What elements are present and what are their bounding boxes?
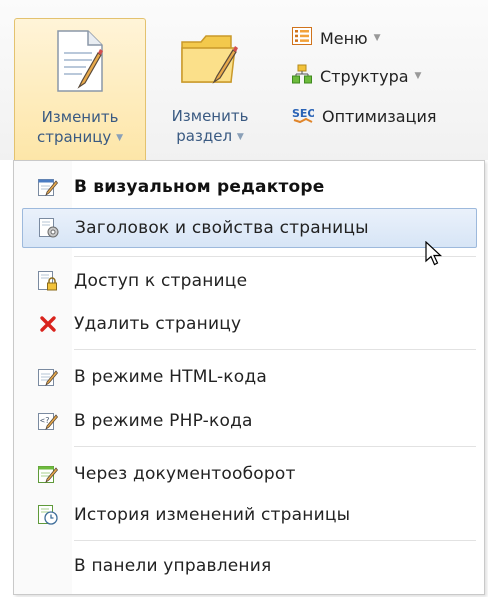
menu-item-visual-editor[interactable]: В визуальном редакторе: [22, 167, 477, 207]
menu-divider: [74, 446, 476, 447]
svg-text:SEO: SEO: [292, 107, 314, 120]
menu-item-label: История изменений страницы: [74, 505, 351, 525]
page-properties-icon: [23, 218, 75, 238]
chevron-down-icon: ▼: [236, 132, 244, 142]
menu-item-page-access[interactable]: Доступ к странице: [22, 261, 477, 301]
menu-item-php-mode[interactable]: <? В режиме PHP-кода: [22, 401, 477, 441]
visual-editor-icon: [22, 177, 74, 197]
menu-item-html-mode[interactable]: В режиме HTML-кода: [22, 357, 477, 397]
menu-item-history[interactable]: История изменений страницы: [22, 495, 477, 535]
edit-page-button[interactable]: Изменить страницу ▼: [14, 18, 146, 160]
mouse-cursor-icon: [425, 241, 443, 266]
history-icon: [22, 505, 74, 525]
menu-item-label: В панели управления: [74, 556, 272, 576]
menu-divider: [74, 256, 476, 257]
menu-item-delete-page[interactable]: Удалить страницу: [22, 304, 477, 344]
structure-label: Структура: [320, 66, 409, 86]
delete-icon: [22, 315, 74, 333]
edit-page-icon: [52, 29, 108, 97]
menu-divider: [74, 540, 476, 541]
seo-button[interactable]: SEO Оптимизация: [292, 100, 436, 132]
menu-item-page-properties[interactable]: Заголовок и свойства страницы: [22, 208, 477, 248]
edit-page-label-line2: страницу: [36, 128, 112, 146]
seo-label: Оптимизация: [322, 106, 437, 126]
seo-icon: SEO: [292, 104, 322, 128]
menu-item-workflow[interactable]: Через документооборот: [22, 454, 477, 494]
menu-button[interactable]: Меню ▼: [292, 22, 381, 54]
edit-page-label-line1: Изменить: [41, 108, 119, 126]
menu-item-label: Удалить страницу: [74, 314, 242, 334]
edit-section-icon: [179, 28, 241, 92]
chevron-down-icon: ▼: [414, 71, 422, 81]
admin-toolbar: Изменить страницу ▼ Изменить раздел ▼ Ме…: [0, 0, 488, 160]
php-edit-icon: <?: [22, 411, 74, 431]
chevron-down-icon: ▼: [116, 133, 124, 143]
menu-divider: [74, 349, 476, 350]
edit-section-label-line2: раздел: [176, 127, 233, 145]
edit-section-label-line1: Изменить: [171, 107, 249, 125]
menu-item-label: В режиме HTML-кода: [74, 367, 267, 387]
page-access-icon: [22, 271, 74, 291]
menu-item-label: В визуальном редакторе: [74, 177, 325, 197]
menu-item-label: В режиме PHP-кода: [74, 411, 253, 431]
menu-item-label: Заголовок и свойства страницы: [75, 218, 369, 238]
edit-page-dropdown: В визуальном редакторе Заголовок и свойс…: [13, 160, 485, 595]
menu-item-control-panel[interactable]: В панели управления: [22, 546, 477, 586]
structure-icon: [292, 64, 320, 88]
structure-button[interactable]: Структура ▼: [292, 60, 421, 92]
menu-list-icon: [292, 27, 320, 49]
menu-item-label: Доступ к странице: [74, 271, 248, 291]
menu-label: Меню: [320, 28, 368, 48]
edit-section-button[interactable]: Изменить раздел ▼: [150, 18, 270, 160]
html-edit-icon: [22, 367, 74, 387]
svg-text:<?: <?: [40, 416, 50, 425]
menu-item-label: Через документооборот: [74, 464, 296, 484]
chevron-down-icon: ▼: [373, 33, 381, 43]
workflow-icon: [22, 464, 74, 484]
